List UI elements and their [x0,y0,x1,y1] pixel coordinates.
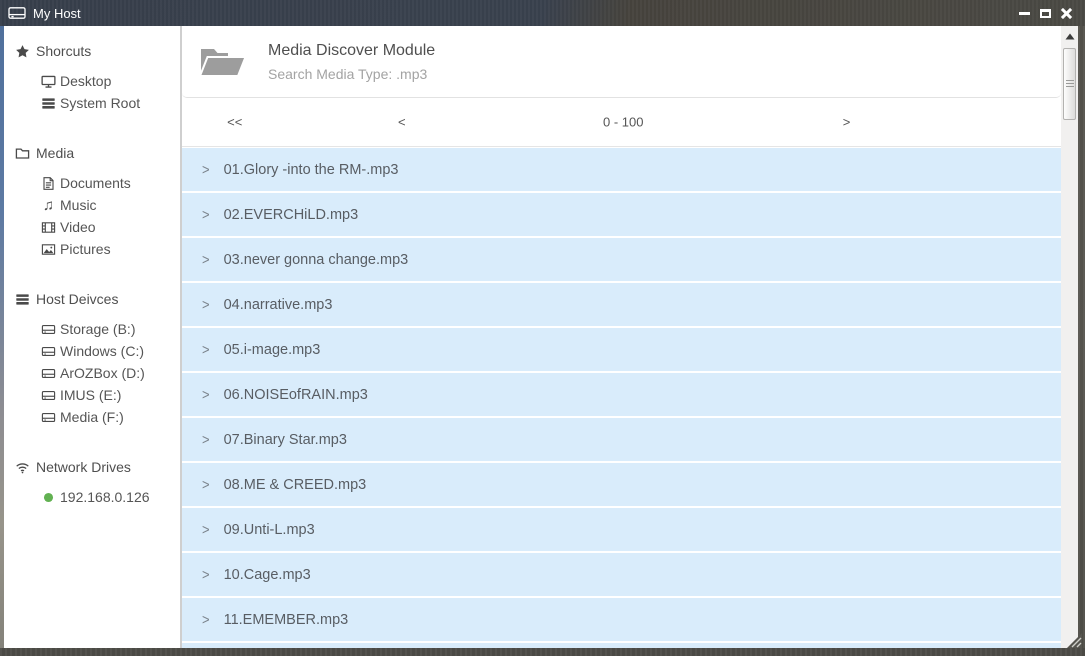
scrollbar-thumb[interactable] [1063,48,1076,120]
file-name: 10.Cage.mp3 [224,567,311,583]
sidebar-section-label: Shorcuts [36,43,91,59]
chevron-right-icon: > [202,521,210,538]
module-title: Media Discover Module [268,42,435,60]
pagination-next-button[interactable]: > [835,111,859,134]
sidebar-section: Network Drives 192.168.0.126 [14,456,180,508]
hard-drive-icon [8,6,26,20]
sidebar-item-192-168-0-126[interactable]: 192.168.0.126 [40,486,180,508]
music-note-icon: ♫ [40,198,57,213]
chevron-right-icon: > [202,566,210,583]
sidebar-item-pictures[interactable]: Pictures [40,238,180,260]
file-name: 07.Binary Star.mp3 [224,432,347,448]
minimize-button[interactable] [1016,5,1033,22]
sidebar-section-shorcuts: Shorcuts [14,40,180,62]
open-folder-icon [198,42,250,82]
scroll-up-button[interactable] [1061,29,1078,43]
file-item[interactable]: > 06.NOISEofRAIN.mp3 [182,373,1061,416]
sidebar-section-host-deivces: Host Deivces [14,288,180,310]
sidebar-item-windows-c[interactable]: Windows (C:) [40,340,180,362]
drive-icon [40,344,57,359]
sidebar-section-label: Media [36,145,74,161]
file-item[interactable]: > 03.never gonna change.mp3 [182,238,1061,281]
pagination-range-label: 0 - 100 [595,111,651,134]
document-icon [40,176,57,191]
chevron-right-icon: > [202,296,210,313]
chevron-right-icon: > [202,206,210,223]
chevron-right-icon: > [202,386,210,403]
file-name: 01.Glory -into the RM-.mp3 [224,162,399,178]
window: My Host Shorcuts Desktop System Root Med… [0,0,1085,656]
sidebar-item-system-root[interactable]: System Root [40,92,180,114]
module-header: Media Discover Module Search Media Type:… [182,26,1061,98]
sidebar-item-documents[interactable]: Documents [40,172,180,194]
file-item[interactable]: > 08.ME & CREED.mp3 [182,463,1061,506]
chevron-right-icon: > [202,251,210,268]
wifi-icon [14,460,31,475]
sidebar-section: Shorcuts Desktop System Root [14,40,180,114]
close-button[interactable] [1058,5,1075,22]
sidebar-item-imus-e[interactable]: IMUS (E:) [40,384,180,406]
file-item[interactable]: > 11.EMEMBER.mp3 [182,598,1061,641]
module-subtitle: Search Media Type: .mp3 [268,66,435,82]
monitor-icon [40,74,57,89]
sidebar-section: Media Documents ♫ Music Video Pictures [14,142,180,260]
file-name: 04.narrative.mp3 [224,297,333,313]
pagination-prev-button[interactable]: < [390,111,414,134]
chevron-right-icon: > [202,431,210,448]
chevron-right-icon: > [202,611,210,628]
file-list: > 01.Glory -into the RM-.mp3 > 02.EVERCH… [182,147,1061,648]
pagination-bar: << < 0 - 100 > [182,98,1061,147]
chevron-right-icon: > [202,476,210,493]
file-item[interactable]: > 09.Unti-L.mp3 [182,508,1061,551]
main-panel: Media Discover Module Search Media Type:… [182,26,1061,648]
sidebar-section-label: Host Deivces [36,291,118,307]
maximize-button[interactable] [1037,5,1054,22]
sidebar-section-network-drives: Network Drives [14,456,180,478]
file-item[interactable]: > 10.Cage.mp3 [182,553,1061,596]
sidebar-item-arozbox-d[interactable]: ArOZBox (D:) [40,362,180,384]
folder-icon [14,146,31,161]
drive-icon [40,322,57,337]
window-border-bottom [0,648,1085,656]
scrollbar [1061,26,1078,648]
file-item[interactable]: > 07.Binary Star.mp3 [182,418,1061,461]
picture-icon [40,242,57,257]
sidebar-item-storage-b[interactable]: Storage (B:) [40,318,180,340]
sidebar-section-media: Media [14,142,180,164]
drive-icon [40,410,57,425]
file-name: 02.EVERCHiLD.mp3 [224,207,359,223]
chevron-right-icon: > [202,161,210,178]
drive-icon [40,388,57,403]
file-name: 08.ME & CREED.mp3 [224,477,367,493]
chevron-right-icon: > [202,341,210,358]
sidebar-section-label: Network Drives [36,459,131,475]
sidebar: Shorcuts Desktop System Root Media Docum… [4,26,180,648]
green-dot-icon [40,491,57,504]
window-border-right [1078,26,1085,648]
resize-grip-icon[interactable] [1066,632,1082,653]
file-name: 05.i-mage.mp3 [224,342,321,358]
window-title: My Host [33,6,81,21]
pagination-first-button[interactable]: << [219,111,250,134]
sidebar-item-video[interactable]: Video [40,216,180,238]
drive-icon [40,366,57,381]
file-item[interactable]: > 02.EVERCHiLD.mp3 [182,193,1061,236]
window-controls [1016,5,1085,22]
sidebar-item-media-f[interactable]: Media (F:) [40,406,180,428]
file-name: 06.NOISEofRAIN.mp3 [224,387,368,403]
server-stack-icon [40,96,57,111]
titlebar: My Host [0,0,1085,26]
file-item[interactable]: > 01.Glory -into the RM-.mp3 [182,148,1061,191]
file-name: 09.Unti-L.mp3 [224,522,315,538]
sidebar-item-music[interactable]: ♫ Music [40,194,180,216]
file-item[interactable]: > 04.narrative.mp3 [182,283,1061,326]
file-name: 03.never gonna change.mp3 [224,252,409,268]
file-name: 11.EMEMBER.mp3 [224,612,349,628]
star-icon [14,44,31,59]
sidebar-item-desktop[interactable]: Desktop [40,70,180,92]
file-item[interactable]: > 05.i-mage.mp3 [182,328,1061,371]
server-stack-icon [14,292,31,307]
sidebar-section: Host Deivces Storage (B:) Windows (C:) A… [14,288,180,428]
film-icon [40,220,57,235]
